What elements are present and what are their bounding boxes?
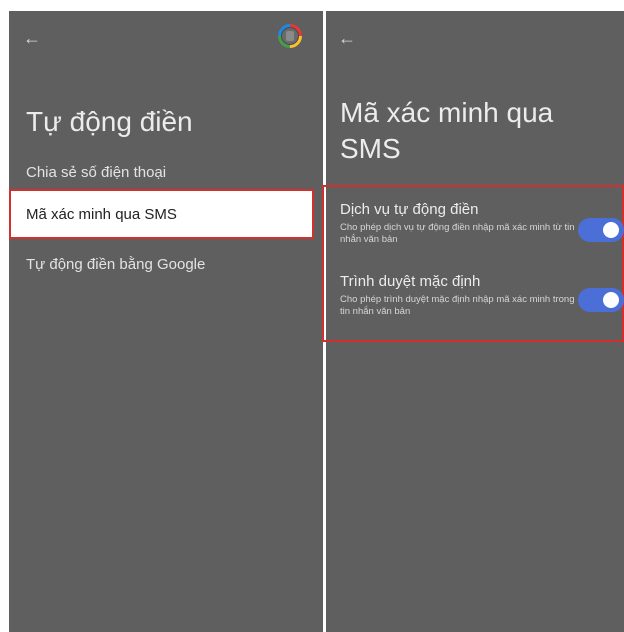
default-browser-toggle[interactable] bbox=[578, 288, 624, 312]
account-avatar-icon[interactable] bbox=[278, 24, 302, 48]
page-title: Mã xác minh qua SMS bbox=[340, 97, 554, 164]
menu-item-share-phone-number[interactable]: Chia sẻ số điện thoại bbox=[26, 164, 166, 181]
setting-title: Dịch vụ tự động điền bbox=[340, 201, 479, 218]
setting-description: Cho phép trình duyệt mặc định nhập mã xá… bbox=[340, 294, 575, 317]
toggle-knob bbox=[603, 292, 619, 308]
menu-item-sms-verification-code[interactable]: Mã xác minh qua SMS bbox=[9, 189, 314, 239]
setting-description: Cho phép dịch vụ tự động điền nhập mã xá… bbox=[340, 222, 575, 245]
page-title: Tự động điền bbox=[26, 106, 193, 137]
setting-default-browser[interactable]: Trình duyệt mặc định Cho phép trình duyệ… bbox=[340, 273, 580, 318]
menu-item-label: Mã xác minh qua SMS bbox=[26, 205, 177, 223]
right-screen: ← Mã xác minh qua SMS Dịch vụ tự động đi… bbox=[322, 11, 624, 632]
setting-autofill-service[interactable]: Dịch vụ tự động điền Cho phép dịch vụ tự… bbox=[340, 201, 580, 246]
back-arrow-icon[interactable]: ← bbox=[23, 29, 41, 47]
toggle-knob bbox=[603, 222, 619, 238]
menu-item-autofill-with-google[interactable]: Tự động điền bằng Google bbox=[26, 256, 205, 273]
back-arrow-icon[interactable]: ← bbox=[338, 29, 356, 47]
autofill-service-toggle[interactable] bbox=[578, 218, 624, 242]
setting-title: Trình duyệt mặc định bbox=[340, 273, 481, 290]
left-screen: ← Tự động điền Chia sẻ số điện thoại Mã … bbox=[9, 11, 323, 632]
